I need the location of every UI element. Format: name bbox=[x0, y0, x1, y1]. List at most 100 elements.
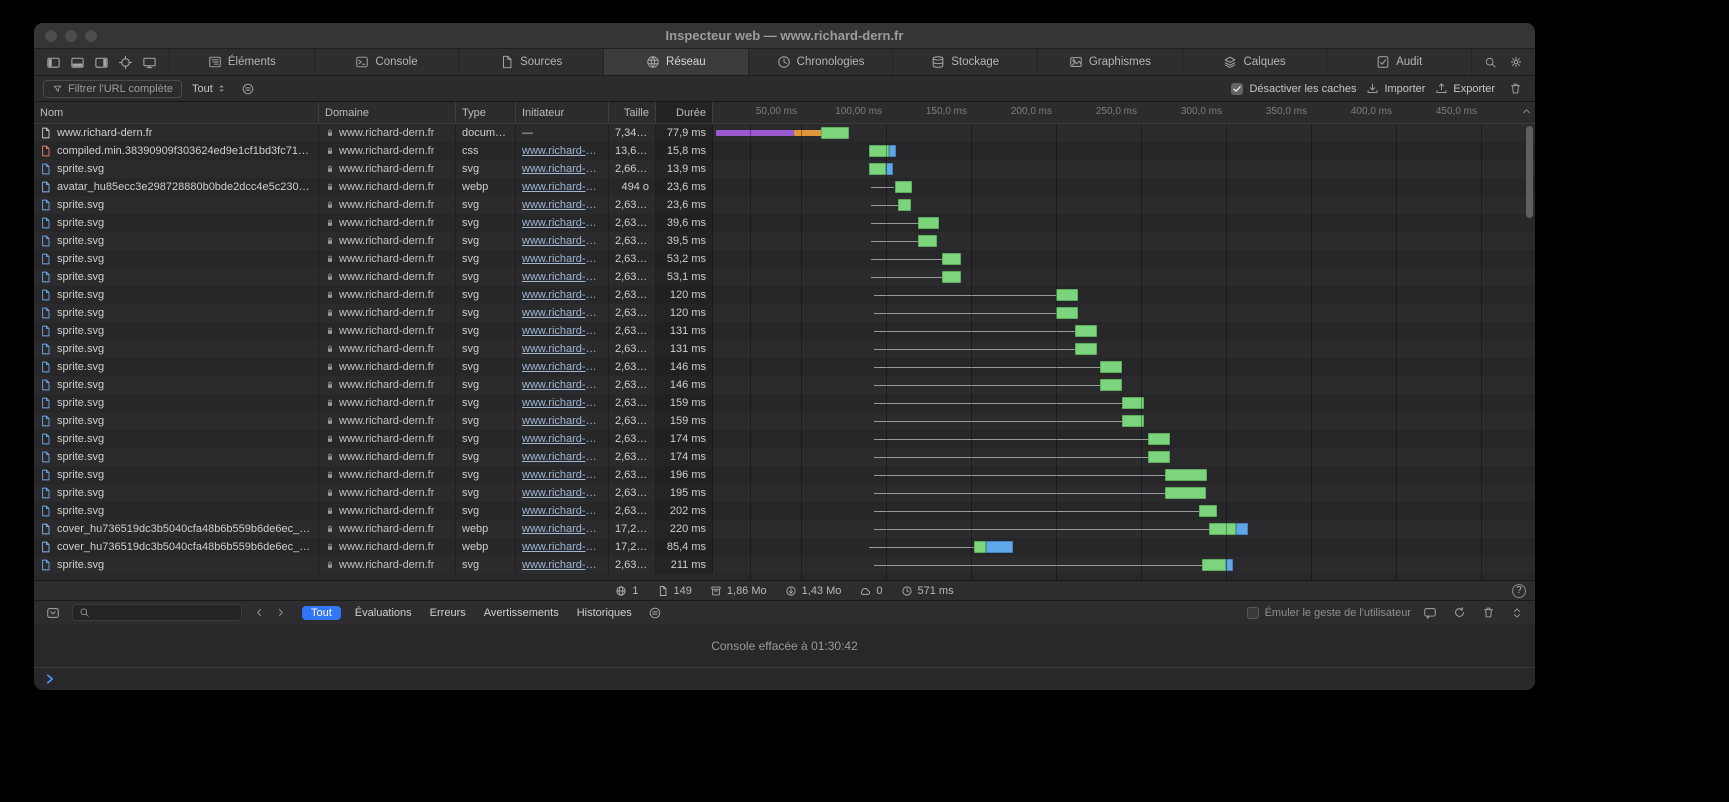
initiator-link[interactable]: www.richard-d… bbox=[522, 469, 602, 481]
clear-console-trash-icon[interactable] bbox=[1478, 604, 1499, 621]
network-request-row[interactable]: sprite.svgwww.richard-dern.frsvgwww.rich… bbox=[34, 196, 1535, 214]
initiator-link[interactable]: www.richard-d… bbox=[522, 523, 602, 535]
initiator-link[interactable]: www.richard-d… bbox=[522, 325, 602, 337]
console-messages-icon[interactable] bbox=[1419, 604, 1441, 622]
close-window-button[interactable] bbox=[45, 30, 57, 42]
network-request-row[interactable]: avatar_hu85ecc3e298728880b0bde2dcc4e5c23… bbox=[34, 178, 1535, 196]
initiator-link[interactable]: www.richard-d… bbox=[522, 415, 602, 427]
initiator-link[interactable]: www.richard-d… bbox=[522, 343, 602, 355]
initiator-link[interactable]: www.richard-d… bbox=[522, 433, 602, 445]
initiator-link[interactable]: www.richard-d… bbox=[522, 217, 602, 229]
column-header-initiateur[interactable]: Initiateur bbox=[516, 102, 609, 123]
titlebar[interactable]: Inspecteur web — www.richard-dern.fr bbox=[34, 23, 1535, 49]
network-request-row[interactable]: sprite.svgwww.richard-dern.frsvgwww.rich… bbox=[34, 358, 1535, 376]
initiator-link[interactable]: www.richard-d… bbox=[522, 451, 602, 463]
filter-options-icon[interactable] bbox=[237, 80, 259, 98]
initiator-link[interactable]: www.richard-d… bbox=[522, 307, 602, 319]
export-button[interactable]: Exporter bbox=[1435, 82, 1495, 95]
toggle-bottom-drawer-icon[interactable] bbox=[70, 55, 85, 70]
network-request-row[interactable]: compiled.min.38390909f303624ed9e1cf1bd3f… bbox=[34, 142, 1535, 160]
tab-chronologies[interactable]: Chronologies bbox=[749, 49, 894, 75]
tab-console[interactable]: Console bbox=[315, 49, 460, 75]
console-prompt-row[interactable] bbox=[34, 668, 1535, 690]
network-request-row[interactable]: sprite.svgwww.richard-dern.frsvgwww.rich… bbox=[34, 484, 1535, 502]
initiator-link[interactable]: www.richard-d… bbox=[522, 235, 602, 247]
minimize-window-button[interactable] bbox=[65, 30, 77, 42]
network-request-row[interactable]: sprite.svgwww.richard-dern.frsvgwww.rich… bbox=[34, 214, 1535, 232]
console-scope-tout[interactable]: Tout bbox=[302, 606, 341, 620]
network-request-row[interactable]: sprite.svgwww.richard-dern.frsvgwww.rich… bbox=[34, 160, 1535, 178]
initiator-link[interactable]: www.richard-d… bbox=[522, 199, 602, 211]
zoom-window-button[interactable] bbox=[85, 30, 97, 42]
device-settings-icon[interactable] bbox=[142, 55, 157, 70]
help-button[interactable]: ? bbox=[1512, 584, 1526, 598]
column-header-nom[interactable]: Nom bbox=[34, 102, 319, 123]
initiator-link[interactable]: www.richard-d… bbox=[522, 253, 602, 265]
network-request-row[interactable]: www.richard-dern.frwww.richard-dern.frdo… bbox=[34, 124, 1535, 142]
resource-type-dropdown[interactable]: Tout bbox=[192, 83, 227, 95]
emulate-user-gesture-checkbox[interactable]: Émuler le geste de l'utilisateur bbox=[1247, 607, 1411, 619]
toggle-left-sidebar-icon[interactable] bbox=[46, 55, 61, 70]
network-request-row[interactable]: sprite.svgwww.richard-dern.frsvgwww.rich… bbox=[34, 430, 1535, 448]
resize-console-chevrons-icon[interactable] bbox=[1507, 605, 1527, 621]
clear-network-trash-icon[interactable] bbox=[1505, 80, 1526, 97]
column-header-domaine[interactable]: Domaine bbox=[319, 102, 456, 123]
vertical-scrollbar-thumb[interactable] bbox=[1526, 126, 1533, 218]
tab-elements[interactable]: Éléments bbox=[170, 49, 315, 75]
next-result-icon[interactable] bbox=[271, 605, 290, 620]
initiator-link[interactable]: www.richard-d… bbox=[522, 361, 602, 373]
network-request-row[interactable]: sprite.svgwww.richard-dern.frsvgwww.rich… bbox=[34, 340, 1535, 358]
console-scope-erreurs[interactable]: Erreurs bbox=[426, 606, 470, 620]
network-request-row[interactable]: sprite.svgwww.richard-dern.frsvgwww.rich… bbox=[34, 232, 1535, 250]
disable-caches-checkbox[interactable]: Désactiver les caches bbox=[1231, 83, 1356, 95]
initiator-link[interactable]: www.richard-d… bbox=[522, 487, 602, 499]
search-icon[interactable] bbox=[1480, 54, 1501, 71]
element-picker-icon[interactable] bbox=[118, 55, 133, 70]
initiator-link[interactable]: www.richard-d… bbox=[522, 541, 602, 553]
column-header-type[interactable]: Type bbox=[456, 102, 516, 123]
network-request-row[interactable]: sprite.svgwww.richard-dern.frsvgwww.rich… bbox=[34, 502, 1535, 520]
initiator-link[interactable]: www.richard-d… bbox=[522, 181, 602, 193]
console-scope-historiques[interactable]: Historiques bbox=[573, 606, 636, 620]
initiator-link[interactable]: www.richard-d… bbox=[522, 379, 602, 391]
import-button[interactable]: Importer bbox=[1366, 82, 1425, 95]
network-request-row[interactable]: sprite.svgwww.richard-dern.frsvgwww.rich… bbox=[34, 412, 1535, 430]
network-request-row[interactable]: sprite.svgwww.richard-dern.frsvgwww.rich… bbox=[34, 268, 1535, 286]
console-search-field[interactable] bbox=[72, 604, 242, 621]
network-request-row[interactable]: cover_hu736519dc3b5040cfa48b6b559b6de6ec… bbox=[34, 520, 1535, 538]
initiator-link[interactable]: www.richard-d… bbox=[522, 505, 602, 517]
tab-reseau[interactable]: Réseau bbox=[604, 49, 749, 75]
network-request-row[interactable]: sprite.svgwww.richard-dern.frsvgwww.rich… bbox=[34, 250, 1535, 268]
column-header-taille[interactable]: Taille bbox=[609, 102, 656, 123]
network-request-row[interactable]: sprite.svgwww.richard-dern.frsvgwww.rich… bbox=[34, 394, 1535, 412]
network-request-row[interactable]: sprite.svgwww.richard-dern.frsvgwww.rich… bbox=[34, 556, 1535, 574]
column-header-duree[interactable]: Durée bbox=[656, 102, 713, 123]
network-request-row[interactable]: sprite.svgwww.richard-dern.frsvgwww.rich… bbox=[34, 376, 1535, 394]
initiator-link[interactable]: www.richard-d… bbox=[522, 271, 602, 283]
network-request-row[interactable]: sprite.svgwww.richard-dern.frsvgwww.rich… bbox=[34, 322, 1535, 340]
tab-graphismes[interactable]: Graphismes bbox=[1038, 49, 1183, 75]
network-request-row[interactable]: sprite.svgwww.richard-dern.frsvgwww.rich… bbox=[34, 304, 1535, 322]
previous-result-icon[interactable] bbox=[250, 605, 269, 620]
initiator-link[interactable]: www.richard-d… bbox=[522, 397, 602, 409]
initiator-link[interactable]: www.richard-d… bbox=[522, 559, 602, 571]
network-request-row[interactable]: sprite.svgwww.richard-dern.frsvgwww.rich… bbox=[34, 448, 1535, 466]
network-request-row[interactable]: sprite.svgwww.richard-dern.frsvgwww.rich… bbox=[34, 466, 1535, 484]
console-mode-icon[interactable] bbox=[42, 604, 64, 622]
tab-audit[interactable]: Audit bbox=[1327, 49, 1472, 75]
reload-icon[interactable] bbox=[1449, 604, 1470, 621]
console-filter-options-icon[interactable] bbox=[644, 604, 666, 622]
toggle-right-sidebar-icon[interactable] bbox=[94, 55, 109, 70]
network-request-row[interactable]: sprite.svgwww.richard-dern.frsvgwww.rich… bbox=[34, 286, 1535, 304]
tab-calques[interactable]: Calques bbox=[1183, 49, 1328, 75]
url-filter-field[interactable]: Filtrer l'URL complète bbox=[43, 80, 182, 98]
initiator-link[interactable]: www.richard-d… bbox=[522, 289, 602, 301]
initiator-link[interactable]: www.richard-d… bbox=[522, 145, 602, 157]
console-scope-evaluations[interactable]: Évaluations bbox=[351, 606, 416, 620]
collapse-waterfall-icon[interactable] bbox=[1521, 106, 1532, 117]
console-scope-avertissements[interactable]: Avertissements bbox=[480, 606, 563, 620]
settings-gear-icon[interactable] bbox=[1505, 53, 1527, 71]
tab-stockage[interactable]: Stockage bbox=[893, 49, 1038, 75]
initiator-link[interactable]: www.richard-d… bbox=[522, 163, 602, 175]
tab-sources[interactable]: Sources bbox=[459, 49, 604, 75]
